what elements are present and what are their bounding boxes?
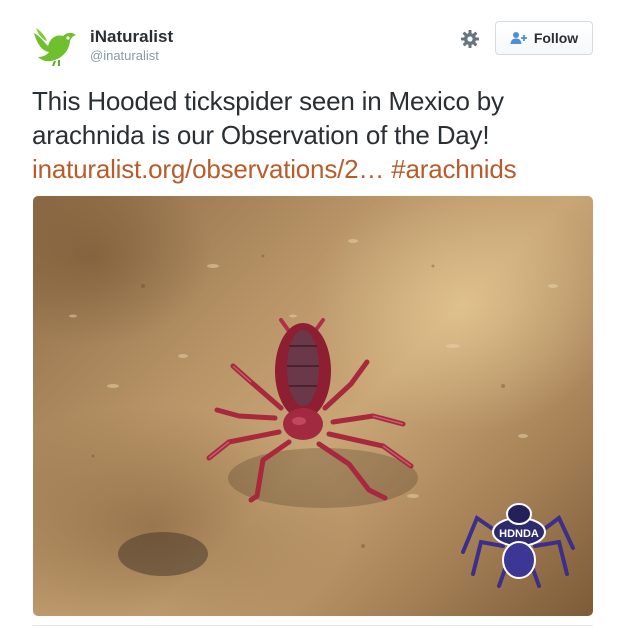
watermark-text: HDNDA xyxy=(499,528,539,540)
account-names[interactable]: iNaturalist @inaturalist xyxy=(90,27,173,64)
follow-button[interactable]: Follow xyxy=(495,21,593,55)
hashtag-link[interactable]: #arachnids xyxy=(391,154,516,184)
gear-icon[interactable] xyxy=(459,28,481,50)
tweet-photo[interactable]: HDNDA xyxy=(33,196,593,616)
display-name[interactable]: iNaturalist xyxy=(90,27,173,47)
tarantula-watermark-icon xyxy=(461,503,575,588)
hooded-tickspider-photo: HDNDA xyxy=(69,239,575,588)
follow-label: Follow xyxy=(533,30,579,46)
screen-name[interactable]: @inaturalist xyxy=(90,48,173,64)
person-plus-icon xyxy=(510,31,528,45)
observation-link[interactable]: inaturalist.org/observations/2… xyxy=(32,154,384,184)
tweet-body: This Hooded tickspider seen in Mexico by… xyxy=(32,86,504,150)
tweet-header: iNaturalist @inaturalist Follow xyxy=(32,21,593,68)
tweet-text: This Hooded tickspider seen in Mexico by… xyxy=(32,84,597,186)
tweet-card: iNaturalist @inaturalist Follow This Hoo… xyxy=(0,0,617,627)
avatar[interactable] xyxy=(32,24,80,67)
bird-logo-icon xyxy=(34,28,76,67)
divider xyxy=(32,625,593,626)
